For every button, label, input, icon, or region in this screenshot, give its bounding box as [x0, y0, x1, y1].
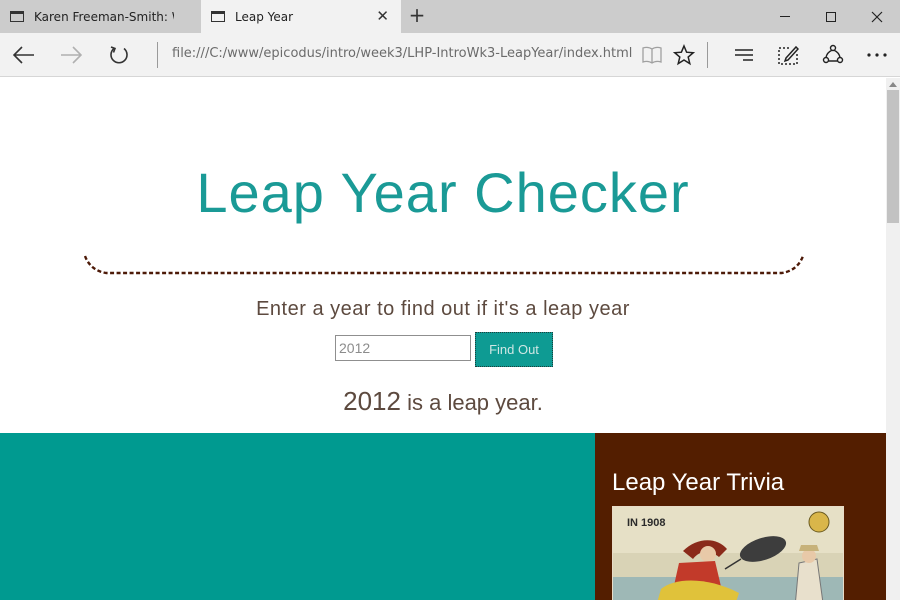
maximize-icon	[826, 11, 836, 22]
minimize-icon	[780, 16, 790, 17]
more-icon	[867, 53, 887, 57]
page-icon	[211, 11, 225, 22]
scroll-up-icon[interactable]	[889, 82, 897, 87]
find-out-button[interactable]: Find Out	[475, 332, 553, 367]
web-note-button[interactable]	[775, 42, 801, 68]
tab-title: Leap Year	[235, 9, 294, 24]
page-content: Leap Year Checker Enter a year to find o…	[0, 78, 886, 600]
reading-view-button[interactable]	[639, 42, 665, 68]
hub-button[interactable]	[731, 42, 757, 68]
back-arrow-icon	[13, 46, 34, 64]
refresh-icon	[110, 46, 128, 64]
new-tab-icon[interactable]: +	[405, 3, 429, 27]
trivia-panel: Leap Year Trivia IN 1908	[595, 433, 886, 600]
tab-title: Karen Freeman-Smith: Web	[34, 9, 174, 24]
tab-leap-year[interactable]: Leap Year ✕	[201, 0, 401, 33]
close-tab-icon[interactable]: ✕	[376, 7, 389, 25]
year-input[interactable]: 2012	[335, 335, 471, 361]
web-note-icon	[778, 45, 799, 65]
trivia-postcard-image: IN 1908	[612, 506, 844, 600]
dashed-divider	[84, 255, 804, 275]
close-window-button[interactable]	[854, 0, 900, 33]
trivia-heading: Leap Year Trivia	[612, 469, 785, 496]
address-bar[interactable]: file:///C:/www/epicodus/intro/week3/LHP-…	[172, 46, 632, 61]
close-icon	[871, 11, 883, 22]
favorite-button[interactable]	[671, 42, 697, 68]
scroll-thumb[interactable]	[887, 90, 899, 223]
hub-icon	[735, 49, 753, 61]
separator	[157, 42, 158, 68]
instructions-text: Enter a year to find out if it's a leap …	[256, 298, 630, 320]
postcard-caption: IN 1908	[627, 517, 666, 529]
navigation-bar: file:///C:/www/epicodus/intro/week3/LHP-…	[0, 33, 900, 77]
page-icon	[10, 11, 24, 22]
star-icon	[673, 44, 695, 66]
result-message: is a leap year.	[400, 390, 543, 415]
tab-karen-freeman-smith[interactable]: Karen Freeman-Smith: Web	[0, 0, 200, 33]
vertical-scrollbar[interactable]	[886, 78, 900, 600]
maximize-button[interactable]	[808, 0, 854, 33]
more-button[interactable]	[864, 42, 890, 68]
share-icon	[822, 44, 844, 64]
page-title: Leap Year Checker	[196, 161, 690, 224]
forward-button[interactable]	[58, 42, 84, 68]
book-icon	[642, 46, 662, 64]
refresh-button[interactable]	[106, 42, 132, 68]
tab-strip: Karen Freeman-Smith: Web Leap Year ✕ +	[0, 0, 900, 33]
result-text: 2012 is a leap year.	[0, 386, 886, 417]
minimize-button[interactable]	[762, 0, 808, 33]
vintage-postcard-illustration: IN 1908	[613, 507, 843, 600]
forward-arrow-icon	[61, 46, 82, 64]
back-button[interactable]	[11, 42, 37, 68]
result-year: 2012	[343, 386, 401, 416]
share-button[interactable]	[820, 42, 846, 68]
teal-panel	[0, 433, 595, 600]
separator	[707, 42, 708, 68]
